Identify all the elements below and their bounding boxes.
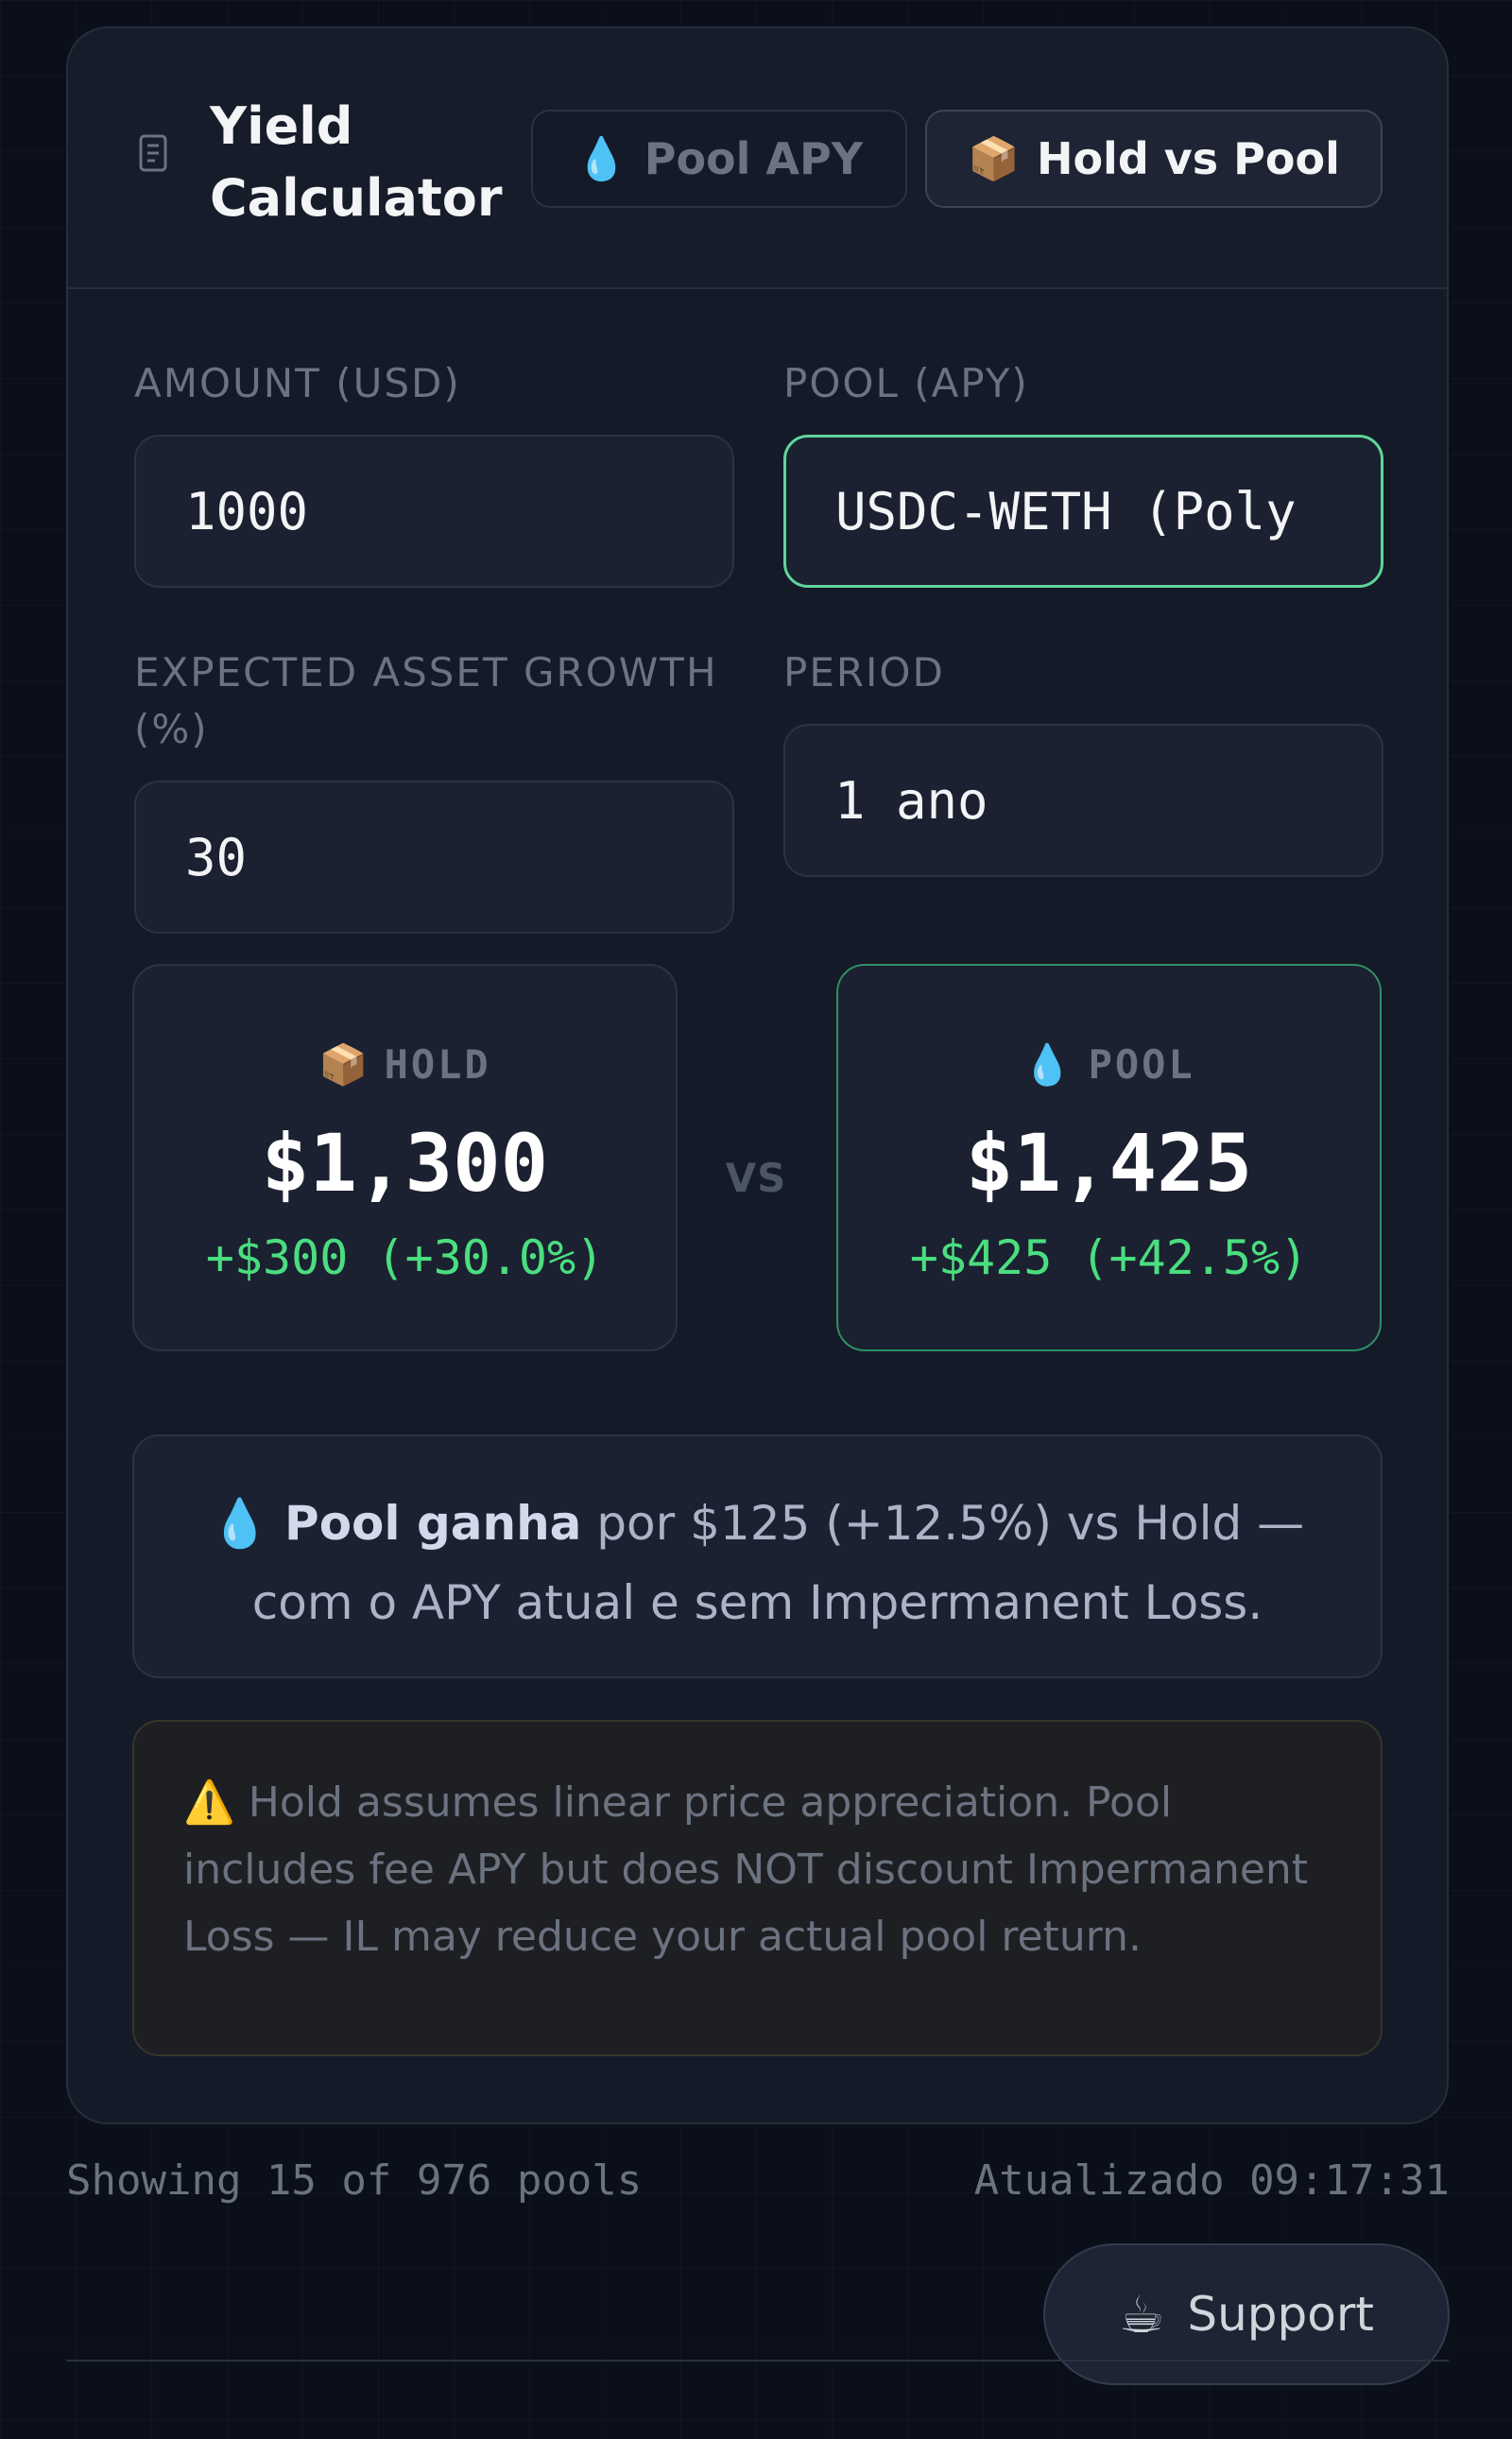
- hold-diff: +$300 (+30.0%): [205, 1230, 605, 1285]
- droplet-icon: 💧: [1022, 1041, 1075, 1088]
- vs-label: VS: [725, 1155, 787, 1201]
- tab-hold-vs-pool[interactable]: 📦 Hold vs Pool: [925, 110, 1383, 208]
- tab-label: Pool APY: [644, 133, 864, 184]
- hold-value: $1,300: [261, 1117, 549, 1210]
- period-label: PERIOD: [783, 649, 945, 696]
- amount-input[interactable]: 1000: [134, 435, 734, 588]
- hold-label-text: HOLD: [384, 1041, 491, 1088]
- droplet-icon: 💧: [210, 1496, 270, 1551]
- comparison-summary: 💧 Pool ganha por $125 (+12.5%) vs Hold —…: [132, 1434, 1383, 1678]
- hold-result-card: 📦 HOLD $1,300 +$300 (+30.0%): [132, 964, 678, 1351]
- pool-result-card: 💧 POOL $1,425 +$425 (+42.5%): [836, 964, 1382, 1351]
- droplet-icon: 💧: [575, 135, 627, 183]
- page-title: Yield Calculator: [210, 96, 503, 228]
- pool-label: 💧 POOL: [838, 1041, 1380, 1089]
- calculator-header: Yield Calculator 💧 Pool APY 📦 Hold vs Po…: [68, 28, 1447, 289]
- period-select[interactable]: 1 ano: [783, 724, 1383, 877]
- pool-count-text: Showing 15 of 976 pools: [66, 2156, 643, 2205]
- disclaimer-warning: ⚠️ Hold assumes linear price appreciatio…: [132, 1720, 1383, 2056]
- growth-input[interactable]: 30: [134, 781, 734, 934]
- summary-highlight: Pool ganha: [284, 1496, 582, 1551]
- pool-select[interactable]: USDC-WETH (Poly: [783, 435, 1383, 588]
- support-button[interactable]: ☕ Support: [1043, 2243, 1450, 2385]
- hold-label: 📦 HOLD: [134, 1041, 676, 1089]
- pool-label-text: POOL: [1088, 1041, 1195, 1088]
- pool-label: POOL (APY): [783, 360, 1029, 406]
- package-icon: 📦: [968, 135, 1020, 183]
- support-label: Support: [1187, 2287, 1375, 2342]
- coffee-icon: ☕: [1118, 2284, 1165, 2345]
- warning-text: Hold assumes linear price appreciation. …: [183, 1778, 1309, 1961]
- package-icon: 📦: [318, 1041, 371, 1088]
- pool-value: $1,425: [965, 1117, 1253, 1210]
- warning-icon: ⚠️: [183, 1778, 235, 1827]
- divider: [66, 2360, 1449, 2362]
- pool-diff: +$425 (+42.5%): [909, 1230, 1309, 1285]
- amount-label: AMOUNT (USD): [134, 360, 461, 406]
- growth-label: EXPECTED ASSET GROWTH (%): [134, 649, 718, 752]
- updated-timestamp: Atualizado 09:17:31: [973, 2156, 1450, 2205]
- tab-label: Hold vs Pool: [1036, 133, 1340, 184]
- tab-pool-apy[interactable]: 💧 Pool APY: [531, 110, 907, 208]
- document-icon: [139, 134, 167, 172]
